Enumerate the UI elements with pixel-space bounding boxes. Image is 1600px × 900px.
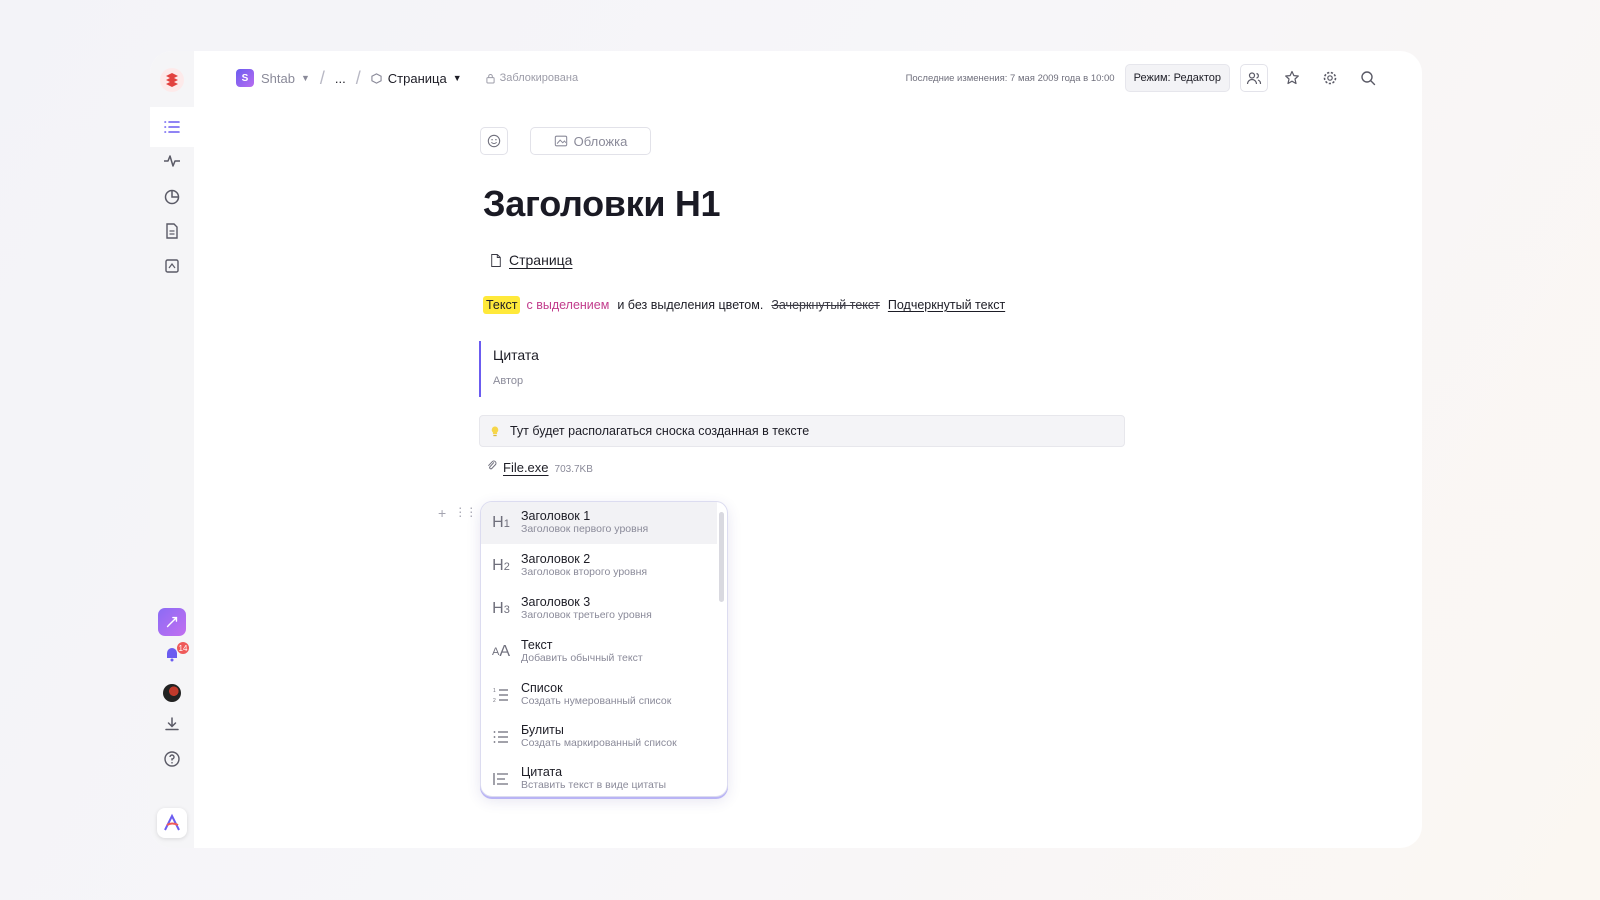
- file-icon: [491, 253, 501, 267]
- workspace-badge: S: [236, 69, 254, 87]
- notification-badge: 14: [176, 641, 190, 655]
- numbered-list-icon: 12: [481, 686, 521, 704]
- block-type-menu: H1 Заголовок 1 Заголовок первого уровня …: [480, 501, 728, 797]
- file-attachment[interactable]: File.exe 703.7KB: [487, 460, 593, 475]
- menu-item-description: Заголовок второго уровня: [521, 566, 648, 578]
- menu-item-title: Заголовок 3: [521, 595, 591, 609]
- breadcrumb-separator: /: [319, 67, 325, 88]
- app-window: 14 S Shtab ▼ / ... / Страница ▼ Заблокир…: [150, 51, 1422, 848]
- callout-text: Тут будет располагаться сноска созданная…: [510, 424, 810, 438]
- add-block-icon[interactable]: +: [438, 505, 446, 521]
- breadcrumb-separator: /: [355, 67, 361, 88]
- menu-item-title: Булиты: [521, 723, 564, 737]
- plain-text: и без выделения цветом.: [617, 298, 764, 312]
- breadcrumb-current-page[interactable]: Страница: [388, 71, 447, 86]
- image-icon[interactable]: [160, 254, 184, 278]
- logo-icon[interactable]: [159, 67, 185, 93]
- menu-item-description: Добавить обычный текст: [521, 652, 643, 664]
- paperclip-icon: [488, 460, 497, 470]
- menu-item-description: Заголовок первого уровня: [521, 523, 649, 535]
- menu-item-title: Заголовок 2: [521, 552, 591, 566]
- gear-icon[interactable]: [1316, 64, 1344, 92]
- menu-item-title: Список: [521, 681, 563, 695]
- chevron-down-icon[interactable]: ▼: [453, 73, 462, 83]
- svg-text:2: 2: [493, 698, 496, 704]
- menu-item-description: Вставить текст в виде цитаты: [521, 779, 667, 791]
- rich-text-paragraph[interactable]: Текст с выделением и без выделения цвето…: [483, 296, 1005, 314]
- lightbulb-icon: [491, 426, 499, 436]
- h1-icon: H1: [492, 514, 510, 531]
- h2-icon: H2: [492, 557, 510, 574]
- smile-icon: [487, 134, 501, 148]
- download-icon[interactable]: [160, 712, 184, 736]
- file-name: File.exe: [503, 460, 549, 475]
- top-bar: S Shtab ▼ / ... / Страница ▼ Заблокирова…: [194, 51, 1422, 107]
- rocket-icon[interactable]: [158, 608, 186, 636]
- page-link[interactable]: Страница: [490, 252, 572, 268]
- quote-icon: [481, 770, 521, 788]
- cover-button-label: Обложка: [573, 133, 628, 149]
- svg-text:1: 1: [493, 688, 496, 694]
- lock-icon: [486, 73, 495, 83]
- lock-status: Заблокирована: [486, 72, 578, 84]
- document-icon[interactable]: [160, 219, 184, 243]
- underlined-text: Подчеркнутый текст: [887, 298, 1006, 312]
- menu-item-bullet-list[interactable]: Булиты Создать маркированный список: [481, 716, 717, 758]
- image-icon: [554, 135, 567, 147]
- mode-button[interactable]: Режим: Редактор: [1124, 64, 1230, 92]
- menu-item-description: Создать маркированный список: [521, 737, 677, 749]
- breadcrumb: S Shtab ▼ / ... / Страница ▼ Заблокирова…: [236, 68, 578, 88]
- menu-item-text[interactable]: AA Текст Добавить обычный текст: [481, 631, 717, 673]
- page-link-label: Страница: [509, 252, 573, 268]
- sidebar: 14: [150, 51, 194, 848]
- colored-text: с выделением: [526, 298, 610, 312]
- menu-scrollbar[interactable]: [719, 512, 724, 602]
- highlighted-text: Текст: [483, 296, 521, 314]
- h3-icon: H3: [492, 600, 510, 617]
- app-logo-icon[interactable]: [157, 808, 187, 838]
- chevron-down-icon[interactable]: ▼: [301, 73, 310, 83]
- callout-block[interactable]: Тут будет располагаться сноска созданная…: [479, 415, 1125, 447]
- page-title[interactable]: Заголовки H1: [483, 183, 721, 225]
- header-actions: Последние изменения: 7 мая 2009 года в 1…: [906, 63, 1382, 93]
- cover-button[interactable]: Обложка: [530, 127, 651, 155]
- text-size-icon: AA: [491, 643, 510, 660]
- list-icon[interactable]: [160, 115, 184, 139]
- menu-item-title: Заголовок 1: [521, 509, 591, 523]
- quote-block[interactable]: Цитата Автор: [479, 341, 539, 397]
- help-icon[interactable]: [160, 747, 184, 771]
- search-icon[interactable]: [1354, 64, 1382, 92]
- menu-item-heading-2[interactable]: H2 Заголовок 2 Заголовок второго уровня: [481, 545, 717, 587]
- quote-author: Автор: [493, 375, 524, 387]
- menu-item-description: Создать нумерованный список: [521, 695, 672, 707]
- star-icon[interactable]: [1278, 64, 1306, 92]
- users-icon[interactable]: [1240, 64, 1268, 92]
- quote-text: Цитата: [493, 347, 539, 363]
- file-size: 703.7KB: [554, 464, 593, 475]
- chart-icon[interactable]: [160, 184, 184, 208]
- add-emoji-button[interactable]: [480, 127, 508, 155]
- breadcrumb-workspace[interactable]: Shtab: [261, 71, 295, 86]
- menu-item-title: Текст: [521, 638, 553, 652]
- menu-item-quote[interactable]: Цитата Вставить текст в виде цитаты: [481, 758, 717, 796]
- avatar[interactable]: [163, 684, 181, 702]
- strikethrough-text: Зачеркнутый текст: [771, 298, 880, 312]
- menu-item-heading-3[interactable]: H3 Заголовок 3 Заголовок третьего уровня: [481, 588, 717, 630]
- menu-item-heading-1[interactable]: H1 Заголовок 1 Заголовок первого уровня: [481, 502, 717, 544]
- lock-status-label: Заблокирована: [499, 72, 579, 84]
- activity-icon[interactable]: [160, 149, 184, 173]
- menu-item-description: Заголовок третьего уровня: [521, 609, 652, 621]
- cube-icon: [371, 72, 382, 84]
- menu-item-numbered-list[interactable]: 12 Список Создать нумерованный список: [481, 674, 717, 716]
- drag-handle-icon[interactable]: ⋮⋮: [454, 505, 477, 521]
- last-changes: Последние изменения: 7 мая 2009 года в 1…: [905, 72, 1115, 84]
- menu-item-title: Цитата: [521, 765, 563, 779]
- block-handles: + ⋮⋮: [438, 505, 477, 521]
- bullet-list-icon: [481, 728, 521, 746]
- breadcrumb-ellipsis[interactable]: ...: [335, 71, 346, 86]
